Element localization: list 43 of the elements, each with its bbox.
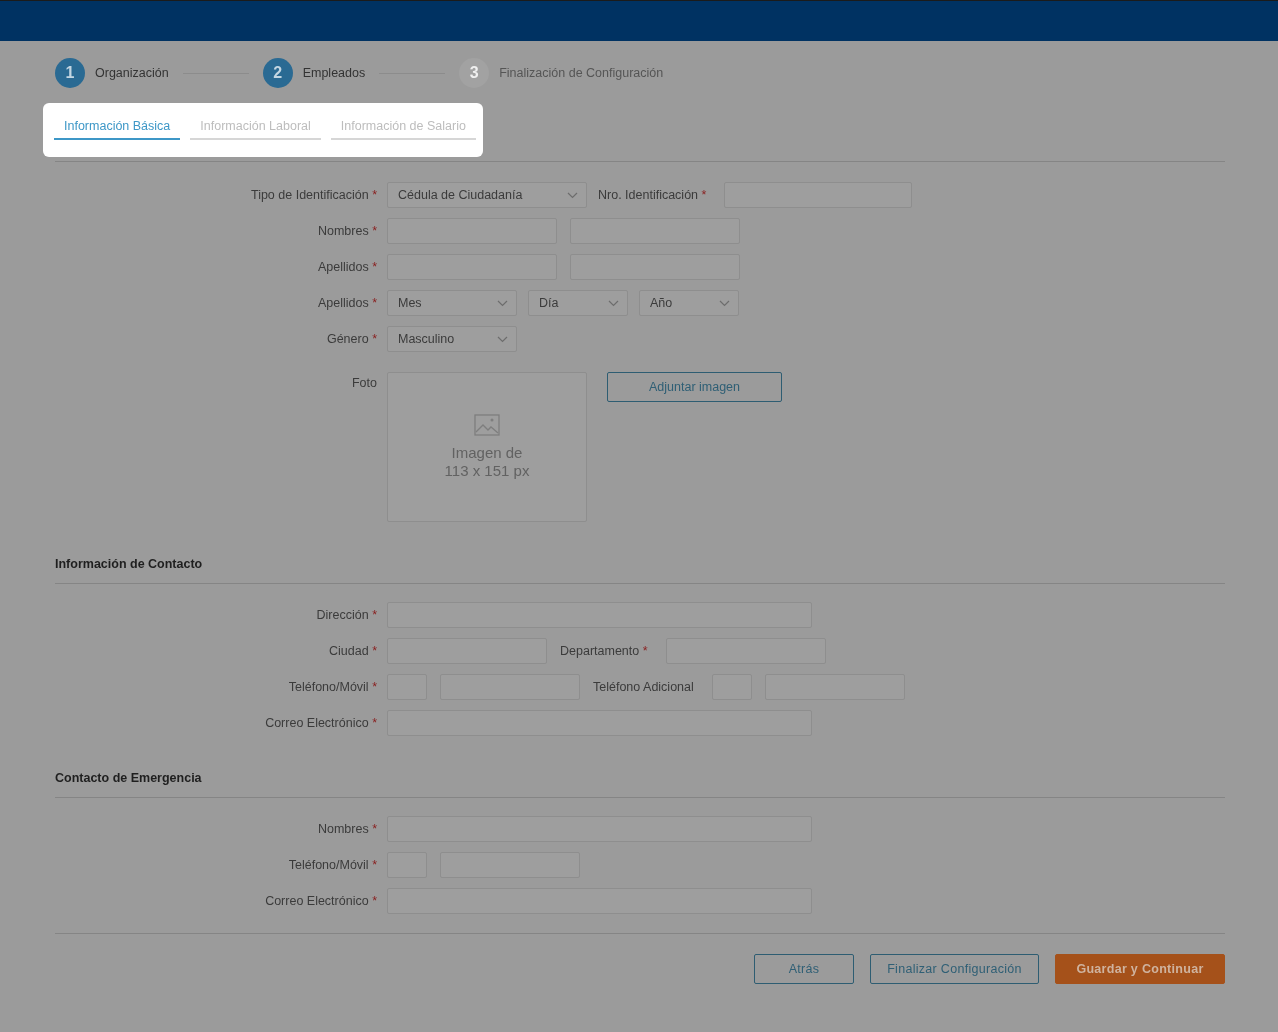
field-label: Correo Electrónico *: [265, 716, 377, 730]
chevron-down-icon: [497, 299, 508, 307]
step-number: 2: [262, 58, 293, 88]
attach-image-button[interactable]: Adjuntar imagen: [607, 372, 782, 402]
step-label: Organización: [95, 66, 169, 80]
field-label: Departamento *: [560, 644, 648, 658]
dropdown[interactable]: Masculino: [387, 326, 517, 352]
footer-button[interactable]: Finalizar Configuración: [870, 954, 1039, 984]
tab[interactable]: Información Laboral: [190, 119, 321, 140]
tab[interactable]: Información de Salario: [330, 119, 476, 140]
chevron-down-icon: [608, 299, 619, 307]
field-label: Teléfono/Móvil *: [288, 858, 377, 872]
dropdown[interactable]: Año: [639, 290, 739, 316]
field-label: Género *: [326, 332, 377, 346]
step-label: Finalización de Configuración: [499, 66, 664, 80]
photo-size-hint: Imagen de 113 x 151 px: [444, 444, 530, 480]
step-number: 1: [55, 58, 85, 88]
chevron-down-icon: [719, 299, 730, 307]
dropdown[interactable]: Día: [528, 290, 628, 316]
dropdown[interactable]: Mes: [387, 290, 517, 316]
step-number: 3: [459, 58, 490, 88]
field-label: Foto: [352, 376, 377, 390]
field-label: Apellidos *: [317, 260, 377, 274]
chevron-down-icon: [567, 191, 578, 199]
field-label: Nombres *: [317, 822, 377, 836]
field-label: Ciudad *: [329, 644, 377, 658]
tab[interactable]: Información Básica: [54, 119, 181, 140]
field-label: Dirección *: [316, 608, 377, 622]
field-label: Apellidos *: [317, 296, 377, 310]
field-label: Tipo de Identificación *: [250, 188, 377, 202]
step-label: Empleados: [302, 66, 366, 80]
chevron-down-icon: [497, 335, 508, 343]
field-label: Teléfono Adicional: [593, 680, 694, 694]
section-title: Información de Contacto: [55, 557, 1225, 584]
field-label: Correo Electrónico *: [265, 894, 377, 908]
field-label: Nro. Identificación *: [598, 188, 707, 202]
dropdown[interactable]: Cédula de Ciudadanía: [387, 182, 587, 208]
field-label: Nombres *: [317, 224, 377, 238]
image-icon: [474, 414, 500, 436]
section-title: Contacto de Emergencia: [55, 771, 1225, 798]
footer-button[interactable]: Guardar y Continuar: [1055, 954, 1225, 984]
footer-button[interactable]: Atrás: [754, 954, 854, 984]
field-label: Teléfono/Móvil *: [288, 680, 377, 694]
